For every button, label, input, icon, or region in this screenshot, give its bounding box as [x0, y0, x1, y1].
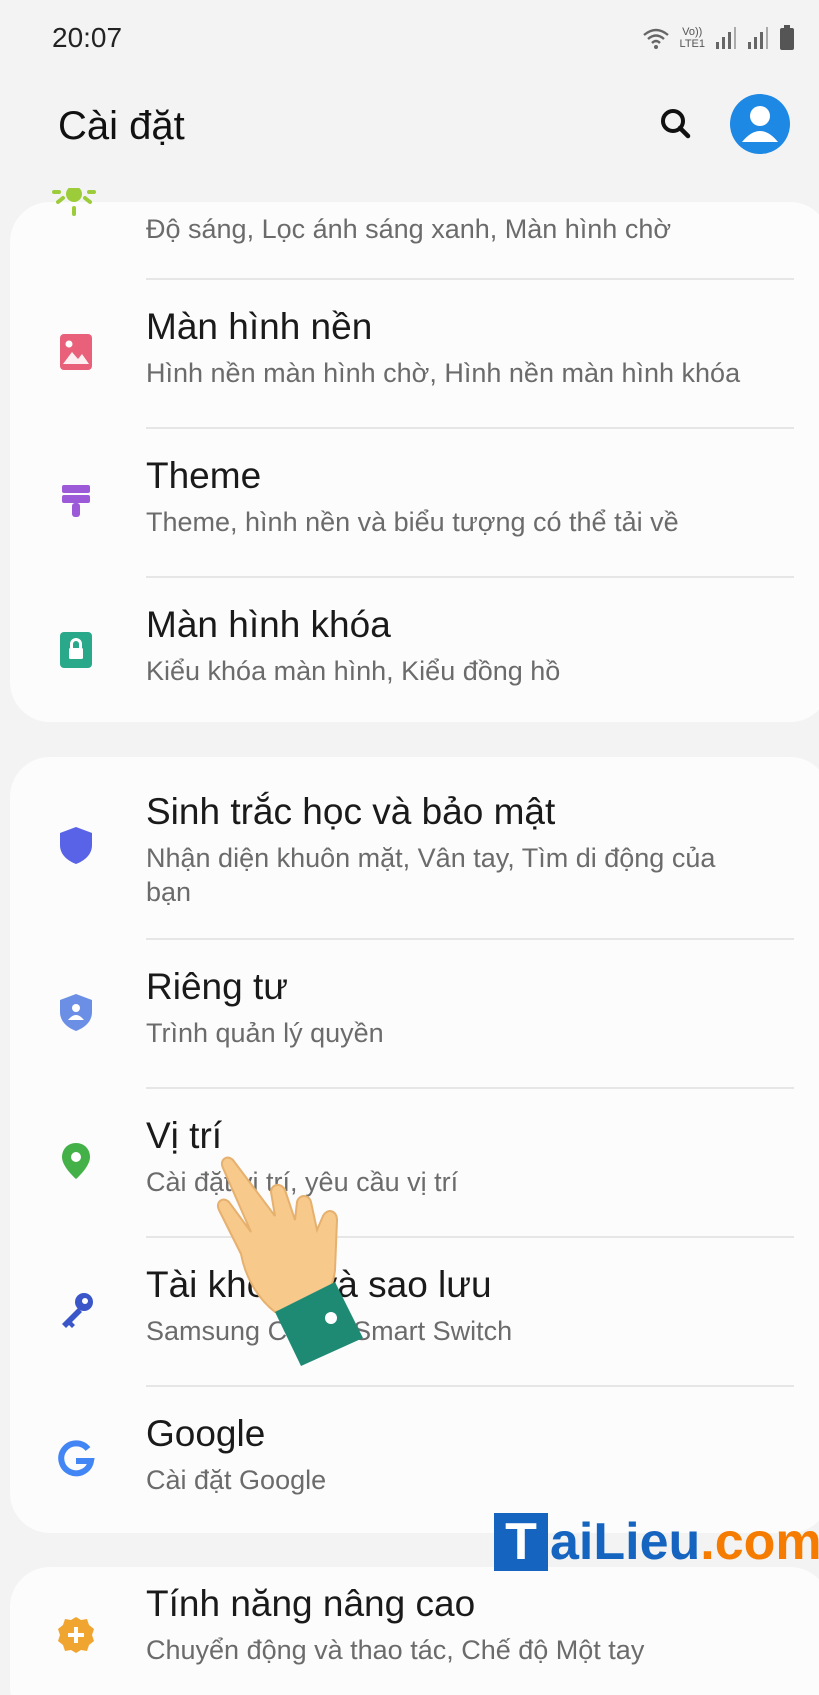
- status-icons: Vo)) LTE1: [642, 20, 795, 56]
- item-subtitle: Độ sáng, Lọc ánh sáng xanh, Màn hình chờ: [146, 214, 672, 244]
- item-subtitle: Chuyển động và thao tác, Chế độ Một tay: [146, 1635, 645, 1665]
- account-avatar-button[interactable]: [730, 94, 790, 154]
- item-title: Màn hình nền: [146, 306, 373, 347]
- sun-icon: [52, 188, 96, 216]
- gear-plus-icon: [58, 1617, 94, 1653]
- status-time: 20:07: [52, 22, 123, 53]
- watermark-letter: T: [494, 1513, 548, 1571]
- location-pin-icon: [62, 1143, 90, 1179]
- settings-item-display[interactable]: Độ sáng, Lọc ánh sáng xanh, Màn hình chờ: [10, 188, 819, 274]
- item-title: Theme: [146, 455, 262, 496]
- watermark-logo: T aiLieu.com: [494, 1507, 819, 1577]
- page-title: Cài đặt: [58, 104, 185, 148]
- battery-icon: [780, 25, 794, 50]
- settings-item-wallpaper[interactable]: Màn hình nền Hình nền màn hình chờ, Hình…: [10, 280, 819, 426]
- status-bar: 20:07 Vo)) LTE1: [0, 0, 819, 76]
- watermark-main: aiLieu: [550, 1513, 701, 1571]
- settings-group-advanced: Tính năng nâng cao Chuyển động và thao t…: [10, 1567, 819, 1695]
- wifi-icon: [642, 28, 669, 49]
- settings-screen: 20:07 Vo)) LTE1 Cài đặt Độ sáng, Lọc ánh…: [0, 0, 819, 1695]
- settings-item-location[interactable]: Vị trí Cài đặt vị trí, yêu cầu vị trí: [10, 1089, 819, 1235]
- paint-brush-icon: [62, 485, 90, 517]
- google-icon: [58, 1440, 95, 1477]
- item-subtitle: Kiểu khóa màn hình, Kiểu đồng hồ: [146, 656, 561, 686]
- avatar-icon: [742, 106, 778, 142]
- item-subtitle: Trình quản lý quyền: [146, 1018, 384, 1048]
- item-title: Riêng tư: [146, 966, 289, 1007]
- item-title: Google: [146, 1413, 266, 1454]
- item-title: Sinh trắc học và bảo mật: [146, 791, 556, 832]
- watermark-text: aiLieu.com: [550, 1507, 819, 1577]
- app-header: Cài đặt: [0, 80, 819, 200]
- lock-icon: [60, 632, 92, 668]
- shield-icon: [60, 827, 92, 864]
- pointing-hand-icon: [217, 1156, 363, 1366]
- key-icon: [62, 1293, 93, 1328]
- item-title: Màn hình khóa: [146, 604, 391, 645]
- settings-item-privacy[interactable]: Riêng tư Trình quản lý quyền: [10, 940, 819, 1086]
- signal-icon-2: [748, 27, 768, 49]
- volte-text: Vo)): [682, 26, 703, 38]
- watermark-suffix: .com: [700, 1513, 819, 1571]
- signal-icon: [716, 27, 736, 49]
- settings-item-biometrics-security[interactable]: Sinh trắc học và bảo mật Nhận diện khuôn…: [10, 757, 819, 937]
- search-button[interactable]: [650, 98, 702, 150]
- item-subtitle: Theme, hình nền và biểu tượng có thể tải…: [146, 507, 679, 537]
- settings-item-lock-screen[interactable]: Màn hình khóa Kiểu khóa màn hình, Kiểu đ…: [10, 578, 819, 722]
- settings-item-theme[interactable]: Theme Theme, hình nền và biểu tượng có t…: [10, 429, 819, 575]
- privacy-shield-icon: [60, 994, 92, 1031]
- item-subtitle: Nhận diện khuôn mặt, Vân tay, Tìm di độn…: [146, 843, 716, 907]
- lte-text: LTE1: [679, 38, 705, 50]
- settings-group-security: Sinh trắc học và bảo mật Nhận diện khuôn…: [10, 757, 819, 1533]
- item-subtitle: Cài đặt Google: [146, 1465, 327, 1495]
- item-title: Tính năng nâng cao: [146, 1583, 476, 1624]
- settings-item-accounts-backup[interactable]: Tài khoản và sao lưu Samsung Cloud, Smar…: [10, 1238, 819, 1384]
- settings-group-display: Độ sáng, Lọc ánh sáng xanh, Màn hình chờ…: [10, 188, 819, 722]
- volte-lte-label: Vo)) LTE1: [680, 26, 705, 50]
- settings-item-advanced-features[interactable]: Tính năng nâng cao Chuyển động và thao t…: [10, 1567, 819, 1695]
- item-subtitle: Hình nền màn hình chờ, Hình nền màn hình…: [146, 358, 741, 388]
- search-icon: [661, 109, 691, 139]
- wallpaper-icon: [60, 334, 92, 370]
